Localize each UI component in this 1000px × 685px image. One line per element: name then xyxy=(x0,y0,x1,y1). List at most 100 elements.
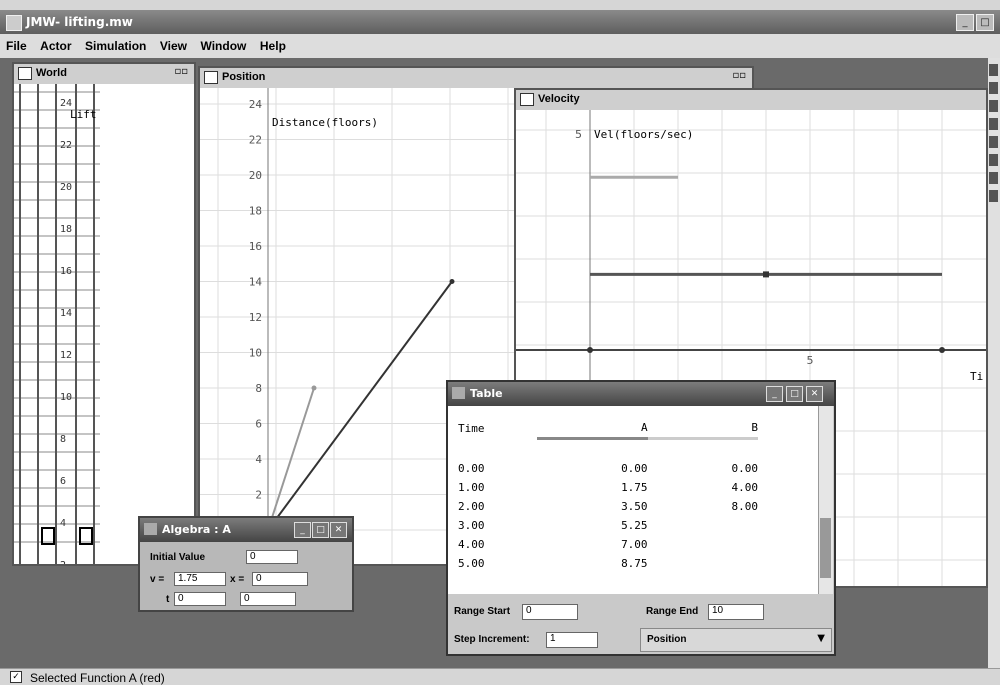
range-end-field[interactable]: 10 xyxy=(708,604,764,620)
world-tick-label: 2 xyxy=(60,560,66,564)
world-window-header[interactable]: World ▫▫ xyxy=(14,64,194,85)
tool-icon[interactable] xyxy=(989,82,998,94)
close-icon[interactable]: ✕ xyxy=(330,522,347,538)
tool-icon[interactable] xyxy=(989,190,998,202)
menu-simulation[interactable]: Simulation xyxy=(79,34,150,53)
tool-icon[interactable] xyxy=(989,172,998,184)
y-tick-label: 4 xyxy=(255,453,262,466)
checkbox[interactable]: ✓ xyxy=(10,671,22,683)
v-field[interactable]: 1.75 xyxy=(174,572,226,586)
step-increment-field[interactable]: 1 xyxy=(546,632,598,648)
table-window[interactable]: Table _ □ ✕ Time A B 0.00 0.00 0.00 1.00 1.… xyxy=(446,380,836,656)
window-controls-icon[interactable]: ▫▫ xyxy=(174,66,188,77)
cell: 4.00 xyxy=(731,481,759,494)
function-select[interactable]: Position ▼ xyxy=(640,628,832,652)
range-start-field[interactable]: 0 xyxy=(522,604,578,620)
position-window-header[interactable]: Position ▫▫ xyxy=(200,68,752,89)
cell: 0.00 xyxy=(621,462,648,475)
x-field[interactable]: 0 xyxy=(252,572,308,586)
v-label: v = xyxy=(150,574,165,585)
cell xyxy=(648,535,758,554)
x-tick-label: 5 xyxy=(807,354,814,367)
chevron-down-icon: ▼ xyxy=(817,633,825,644)
scrollbar-thumb[interactable] xyxy=(820,518,831,578)
cell: 7.00 xyxy=(621,538,648,551)
minimize-icon[interactable]: _ xyxy=(956,14,974,31)
cell: 8.00 xyxy=(731,500,759,513)
world-tick-label: 12 xyxy=(60,350,72,361)
world-label: Lift xyxy=(70,108,97,121)
window-controls-icon[interactable]: ▫▫ xyxy=(732,70,746,81)
y-tick-label: 14 xyxy=(249,276,263,289)
cell: 1.75 xyxy=(621,481,648,494)
maximize-icon[interactable]: □ xyxy=(976,14,994,31)
menu-window[interactable]: Window xyxy=(195,34,251,53)
cell: 2.00 xyxy=(458,500,485,513)
velocity-window-header[interactable]: Velocity xyxy=(516,90,986,111)
data-table: Time A B 0.00 0.00 0.00 1.00 1.75 4.00 2.00 3… xyxy=(458,418,758,573)
menu-file[interactable]: File xyxy=(0,34,31,53)
tool-icon[interactable] xyxy=(989,64,998,76)
cell: 3.00 xyxy=(458,519,485,532)
table-row: 5.00 8.75 xyxy=(458,554,758,573)
x-label: x = xyxy=(230,574,245,585)
series-point xyxy=(449,279,455,284)
window-icon xyxy=(18,67,32,80)
f-field[interactable]: 0 xyxy=(240,592,296,606)
y-tick-label: 6 xyxy=(255,418,262,431)
y-tick-label: 24 xyxy=(249,98,263,111)
cell: 5.25 xyxy=(621,519,648,532)
menu-view[interactable]: View xyxy=(154,34,191,53)
axis-point xyxy=(939,347,945,353)
algebra-window[interactable]: Algebra : A _ □ ✕ Initial Value 0 v = 1.… xyxy=(138,516,354,612)
world-canvas[interactable]: 242220181614121086420Lift xyxy=(14,84,194,564)
table-window-title: Table xyxy=(470,387,503,400)
table-header-row: Time A B xyxy=(458,418,758,440)
y-tick-label: 12 xyxy=(249,311,262,324)
algebra-window-header[interactable]: Algebra : A _ □ ✕ xyxy=(140,518,352,542)
tool-icon[interactable] xyxy=(989,136,998,148)
world-tick-label: 10 xyxy=(60,392,72,403)
world-window-title: World xyxy=(36,67,67,79)
column-header-a: A xyxy=(537,418,648,440)
t-label: t xyxy=(166,594,170,605)
world-tick-label: 14 xyxy=(60,308,72,319)
tool-icon[interactable] xyxy=(989,100,998,112)
cell: 0.00 xyxy=(458,462,485,475)
series-point xyxy=(311,385,317,391)
world-window[interactable]: World ▫▫ 242220181614121086420Lift xyxy=(12,62,196,566)
world-tick-label: 18 xyxy=(60,224,72,235)
tool-icon[interactable] xyxy=(989,118,998,130)
table-scrollbar[interactable] xyxy=(818,406,833,594)
step-increment-label: Step Increment: xyxy=(454,634,530,645)
maximize-icon[interactable]: □ xyxy=(312,522,329,538)
app-icon xyxy=(6,15,22,31)
menu-actor[interactable]: Actor xyxy=(34,34,75,53)
minimize-icon[interactable]: _ xyxy=(294,522,311,538)
minimize-icon[interactable]: _ xyxy=(766,386,783,402)
maximize-icon[interactable]: □ xyxy=(786,386,803,402)
table-row: 3.00 5.25 xyxy=(458,516,758,535)
t-field[interactable]: 0 xyxy=(174,592,226,606)
world-tick-label: 22 xyxy=(60,140,72,151)
tool-icon[interactable] xyxy=(989,154,998,166)
table-row: 0.00 0.00 0.00 xyxy=(458,459,758,478)
y-tick-label: 10 xyxy=(249,347,262,360)
cell xyxy=(648,516,758,535)
initial-value-field[interactable]: 0 xyxy=(246,550,298,564)
app-title: JMW- lifting.mw xyxy=(26,15,133,29)
x-axis-label-partial: Ti xyxy=(970,370,983,383)
velocity-window-title: Velocity xyxy=(538,93,580,105)
world-tick-label: 4 xyxy=(60,518,66,529)
table-row: 1.00 1.75 4.00 xyxy=(458,478,758,497)
status-text: Selected Function A (red) xyxy=(30,671,165,685)
table-window-header[interactable]: Table _ □ ✕ xyxy=(448,382,834,406)
menu-help[interactable]: Help xyxy=(254,34,290,53)
y-tick-label: 16 xyxy=(249,240,262,253)
table-row: 2.00 3.50 8.00 xyxy=(458,497,758,516)
cell: 3.50 xyxy=(621,500,648,513)
y-tick-label: 20 xyxy=(249,169,262,182)
y-axis-label: Distance(floors) xyxy=(272,116,378,129)
algebra-window-title: Algebra : A xyxy=(162,523,231,536)
close-icon[interactable]: ✕ xyxy=(806,386,823,402)
